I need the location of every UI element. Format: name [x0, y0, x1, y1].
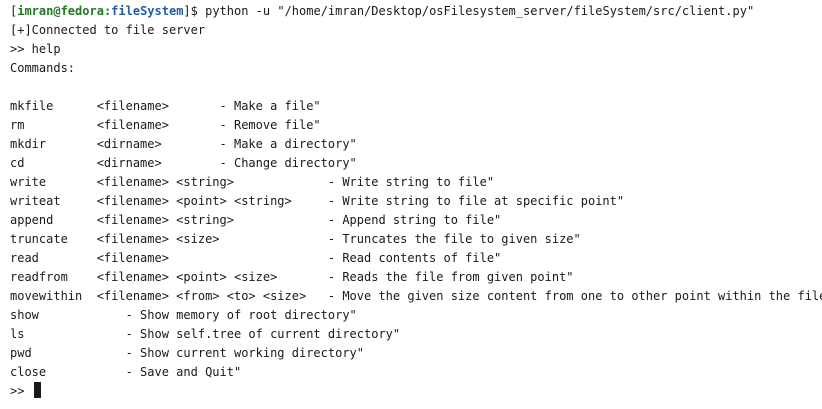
prompt-close-bracket: ]$	[183, 4, 206, 18]
output-line-pwd: pwd - Show current working directory"	[10, 346, 365, 360]
prompt-user-host: imran@fedora	[17, 4, 104, 18]
output-line-cd: cd <dirname> - Change directory"	[10, 156, 357, 170]
output-line-read: read <filename> - Read contents of file"	[10, 251, 502, 265]
output-line-commands-header: Commands:	[10, 61, 76, 75]
output-line-append: append <filename> <string> - Append stri…	[10, 213, 502, 227]
output-line-mkfile: mkfile <filename> - Make a file"	[10, 99, 321, 113]
output-line-blank	[10, 78, 822, 97]
output-line-movewithin: movewithin <filename> <from> <to> <size>…	[10, 289, 822, 303]
text-cursor[interactable]	[33, 382, 41, 398]
output-line-writeat: writeat <filename> <point> <string> - Wr…	[10, 194, 625, 208]
output-line-write: write <filename> <string> - Write string…	[10, 175, 495, 189]
output-line-readfrom: readfrom <filename> <point> <size> - Rea…	[10, 270, 574, 284]
output-line-help-command: >> help	[10, 42, 61, 56]
shell-command: python -u "/home/imran/Desktop/osFilesys…	[205, 4, 755, 18]
output-line-show: show - Show memory of root directory"	[10, 308, 357, 322]
shell-prompt-line: [imran@fedora:fileSystem]$ python -u "/h…	[10, 2, 822, 21]
output-line-connected: [+]Connected to file server	[10, 23, 206, 37]
terminal-window[interactable]: [imran@fedora:fileSystem]$ python -u "/h…	[0, 0, 822, 409]
input-line[interactable]: >>	[10, 382, 822, 401]
output-line-truncate: truncate <filename> <size> - Truncates t…	[10, 232, 581, 246]
output-line-close: close - Save and Quit"	[10, 365, 242, 379]
output-line-ls: ls - Show self.tree of current directory…	[10, 327, 401, 341]
input-prompt: >>	[10, 384, 32, 398]
output-line-rm: rm <filename> - Remove file"	[10, 118, 321, 132]
output-line-mkdir: mkdir <dirname> - Make a directory"	[10, 137, 357, 151]
prompt-directory: fileSystem	[111, 4, 184, 18]
